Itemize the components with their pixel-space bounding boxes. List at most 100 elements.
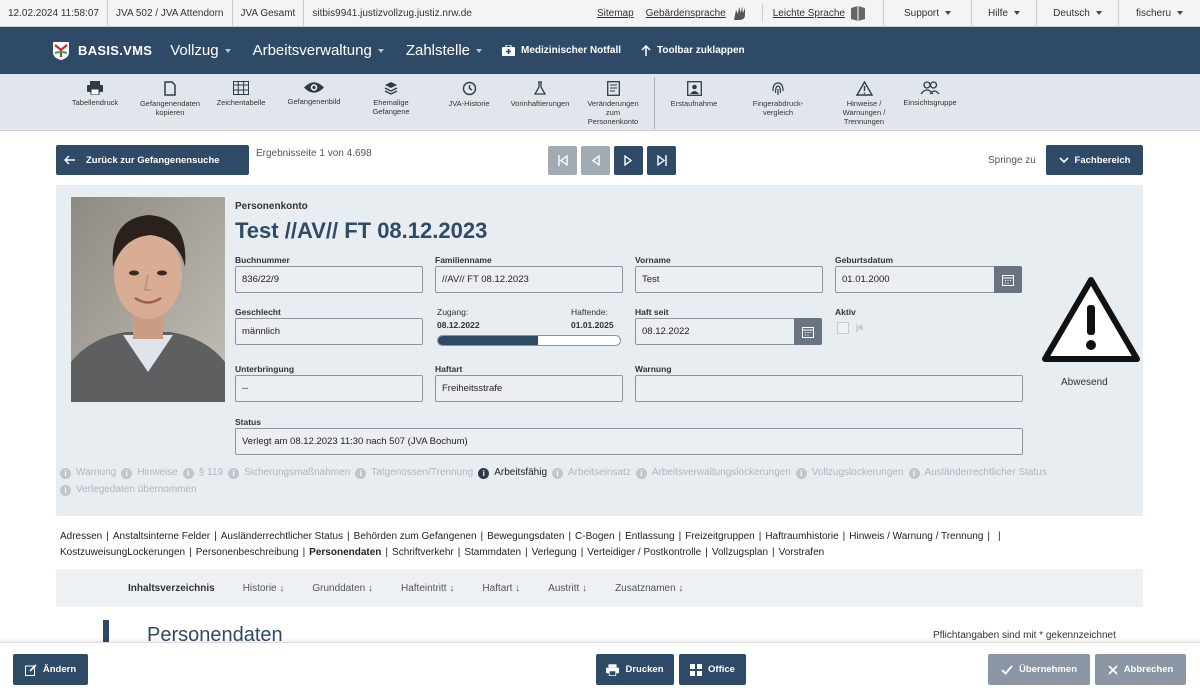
tab-stammdaten[interactable]: Stammdaten <box>464 547 521 558</box>
office-button[interactable]: Office <box>679 654 746 685</box>
geburtsdatum-field[interactable]: 01.01.2000 <box>835 266 995 293</box>
abwesend-label: Abwesend <box>1061 377 1108 388</box>
status-chip[interactable]: i Hinweise <box>121 467 178 479</box>
tool-gefangenendaten-kopieren[interactable]: Gefangenendaten kopieren <box>132 74 208 117</box>
tab-personenbeschreibung[interactable]: Personenbeschreibung <box>196 547 299 558</box>
abbrechen-button[interactable]: Abbrechen <box>1095 654 1186 685</box>
sitemap-link[interactable]: Sitemap <box>591 8 640 19</box>
buchnummer-field[interactable]: 836/22/9 <box>235 266 423 293</box>
familienname-label: Familienname <box>435 255 492 265</box>
tool-einsichtsgruppe[interactable]: Einsichtsgruppe <box>897 74 963 107</box>
medizinischer-notfall-button[interactable]: Medizinischer Notfall <box>502 45 621 56</box>
last-page-button[interactable] <box>647 146 676 175</box>
tool-jva-historie[interactable]: JVA-Historie <box>438 74 500 108</box>
status-field[interactable]: Verlegt am 08.12.2023 11:30 nach 507 (JV… <box>235 428 1023 455</box>
tab-ausländerrechtlicher-status[interactable]: Ausländerrechtlicher Status <box>221 531 343 542</box>
aktiv-checkbox[interactable] <box>837 322 849 334</box>
tab-schriftverkehr[interactable]: Schriftverkehr <box>392 547 454 558</box>
nav-arbeitsverwaltung-label: Arbeitsverwaltung <box>252 42 372 59</box>
toc-link[interactable]: Zusatznamen ↓ <box>615 583 683 594</box>
tool-gefangenenbild[interactable]: Gefangenenbild <box>278 74 350 106</box>
toc-link[interactable]: Haftart ↓ <box>482 583 520 594</box>
calendar-icon <box>1002 274 1014 286</box>
status-chip[interactable]: i Verlegedaten übernommen <box>60 484 197 496</box>
drucken-button[interactable]: Drucken <box>596 654 674 685</box>
haft-seit-field[interactable]: 08.12.2022 <box>635 318 795 345</box>
tab-behörden-zum-gefangenen[interactable]: Behörden zum Gefangenen <box>354 531 477 542</box>
tab-bewegungsdaten[interactable]: Bewegungsdaten <box>487 531 564 542</box>
status-chip[interactable]: i § 119 <box>182 467 223 479</box>
status-chip[interactable]: i Ausländerrechtlicher Status <box>908 467 1047 479</box>
previous-page-button[interactable] <box>581 146 610 175</box>
nav-vollzug[interactable]: Vollzug <box>170 42 231 59</box>
tab-entlassung[interactable]: Entlassung <box>625 531 674 542</box>
bottom-action-bar: Ändern Drucken Office Übernehmen Abbrech… <box>0 642 1200 690</box>
nav-arbeitsverwaltung[interactable]: Arbeitsverwaltung <box>253 42 384 59</box>
user-menu[interactable]: fischeru <box>1118 0 1200 27</box>
unterbringung-field[interactable]: -- <box>235 375 423 402</box>
vorname-field[interactable]: Test <box>635 266 823 293</box>
tab-verlegung[interactable]: Verlegung <box>532 547 577 558</box>
toc-link[interactable]: Historie ↓ <box>243 583 285 594</box>
tab-freizeitgruppen[interactable]: Freizeitgruppen <box>685 531 754 542</box>
toc-link[interactable]: Grunddaten ↓ <box>312 583 373 594</box>
tab-personendaten[interactable]: Personendaten <box>309 547 381 558</box>
geburtsdatum-calendar-button[interactable] <box>994 266 1022 293</box>
hilfe-menu[interactable]: Hilfe <box>971 0 1036 27</box>
eye-icon <box>304 82 324 93</box>
first-page-button[interactable] <box>548 146 577 175</box>
support-menu[interactable]: Support <box>883 0 971 27</box>
haft-seit-calendar-button[interactable] <box>794 318 822 345</box>
tool-fingerabdruckvergleich[interactable]: Fingerabdruck-vergleich <box>745 74 811 117</box>
status-chip[interactable]: i Tatgenossen/Trennung <box>355 467 473 479</box>
tool-erstaufnahme[interactable]: Erstaufnahme <box>663 74 725 108</box>
tool-tabellendruck[interactable]: Tabellendruck <box>64 74 126 107</box>
tab-verteidiger-postkontrolle[interactable]: Verteidiger / Postkontrolle <box>587 547 701 558</box>
tab-separator: | <box>580 547 584 558</box>
fachbereich-label: Fachbereich <box>1074 154 1131 166</box>
prisoner-photo <box>71 197 225 402</box>
tab-vorstrafen[interactable]: Vorstrafen <box>779 547 825 558</box>
toc-link[interactable]: Austritt ↓ <box>548 583 587 594</box>
tab-kostzuweisung[interactable]: Kostzuweisung <box>60 547 127 558</box>
tool-hinweise-warnungen-trennungen[interactable]: Hinweise / Warnungen / Trennungen <box>833 74 895 126</box>
language-menu[interactable]: Deutsch <box>1036 0 1118 27</box>
familienname-field[interactable]: //AV// FT 08.12.2023 <box>435 266 623 293</box>
status-chip[interactable]: i Arbeitsverwaltungslockerungen <box>635 467 791 479</box>
next-page-button[interactable] <box>614 146 643 175</box>
warnung-field[interactable] <box>635 375 1023 402</box>
tool-vorinhaftierungen[interactable]: Vorinhaftierungen <box>504 74 576 108</box>
arrow-up-icon <box>641 44 651 56</box>
uebernehmen-button[interactable]: Übernehmen <box>988 654 1090 685</box>
app-logo[interactable]: BASIS.VMS <box>52 41 152 61</box>
tab-vollzugsplan[interactable]: Vollzugsplan <box>712 547 768 558</box>
tab-adressen[interactable]: Adressen <box>60 531 102 542</box>
status-chip[interactable]: i Sicherungsmaßnahmen <box>228 467 350 479</box>
tab-haftraumhistorie[interactable]: Haftraumhistorie <box>765 531 838 542</box>
tab-separator: | <box>214 531 217 542</box>
back-to-search-button[interactable]: Zurück zur Gefangenensuche <box>56 145 249 175</box>
haftende-label: Haftende: <box>571 307 608 317</box>
toolbar-collapse-button[interactable]: Toolbar zuklappen <box>641 44 745 57</box>
status-chip[interactable]: i Arbeitsfähig <box>478 467 547 479</box>
toc-link[interactable]: Hafteintritt ↓ <box>401 583 454 594</box>
tab-lockerungen[interactable]: Lockerungen <box>127 547 185 558</box>
tab-hinweis-warnung-trennung[interactable]: Hinweis / Warnung / Trennung <box>849 531 983 542</box>
haftart-field[interactable]: Freiheitsstrafe <box>435 375 623 402</box>
gebaerdensprache-link[interactable]: Gebärdensprache <box>640 4 756 22</box>
tool-ehemalige-gefangene[interactable]: Ehemalige Gefangene <box>360 74 422 116</box>
tool-veraenderungen-personenkonto[interactable]: Veränderungen zum Personenkonto <box>578 74 648 126</box>
tab-c-bogen[interactable]: C-Bogen <box>575 531 614 542</box>
toolbar-divider <box>654 77 655 129</box>
geschlecht-field[interactable]: männlich <box>235 318 423 345</box>
leichte-sprache-link[interactable]: Leichte Sprache <box>761 4 873 22</box>
tool-zeichentabelle[interactable]: Zeichentabelle <box>210 74 272 107</box>
status-chip[interactable]: i Arbeitseinsatz <box>552 467 631 479</box>
last-page-icon <box>656 155 667 166</box>
tab-anstaltsinterne-felder[interactable]: Anstaltsinterne Felder <box>113 531 210 542</box>
fachbereich-dropdown[interactable]: Fachbereich <box>1046 145 1143 175</box>
status-chip[interactable]: i Vollzugslockerungen <box>795 467 904 479</box>
status-chip[interactable]: i Warnung <box>60 467 116 479</box>
nav-zahlstelle[interactable]: Zahlstelle <box>406 42 483 59</box>
aendern-button[interactable]: Ändern <box>13 654 88 685</box>
